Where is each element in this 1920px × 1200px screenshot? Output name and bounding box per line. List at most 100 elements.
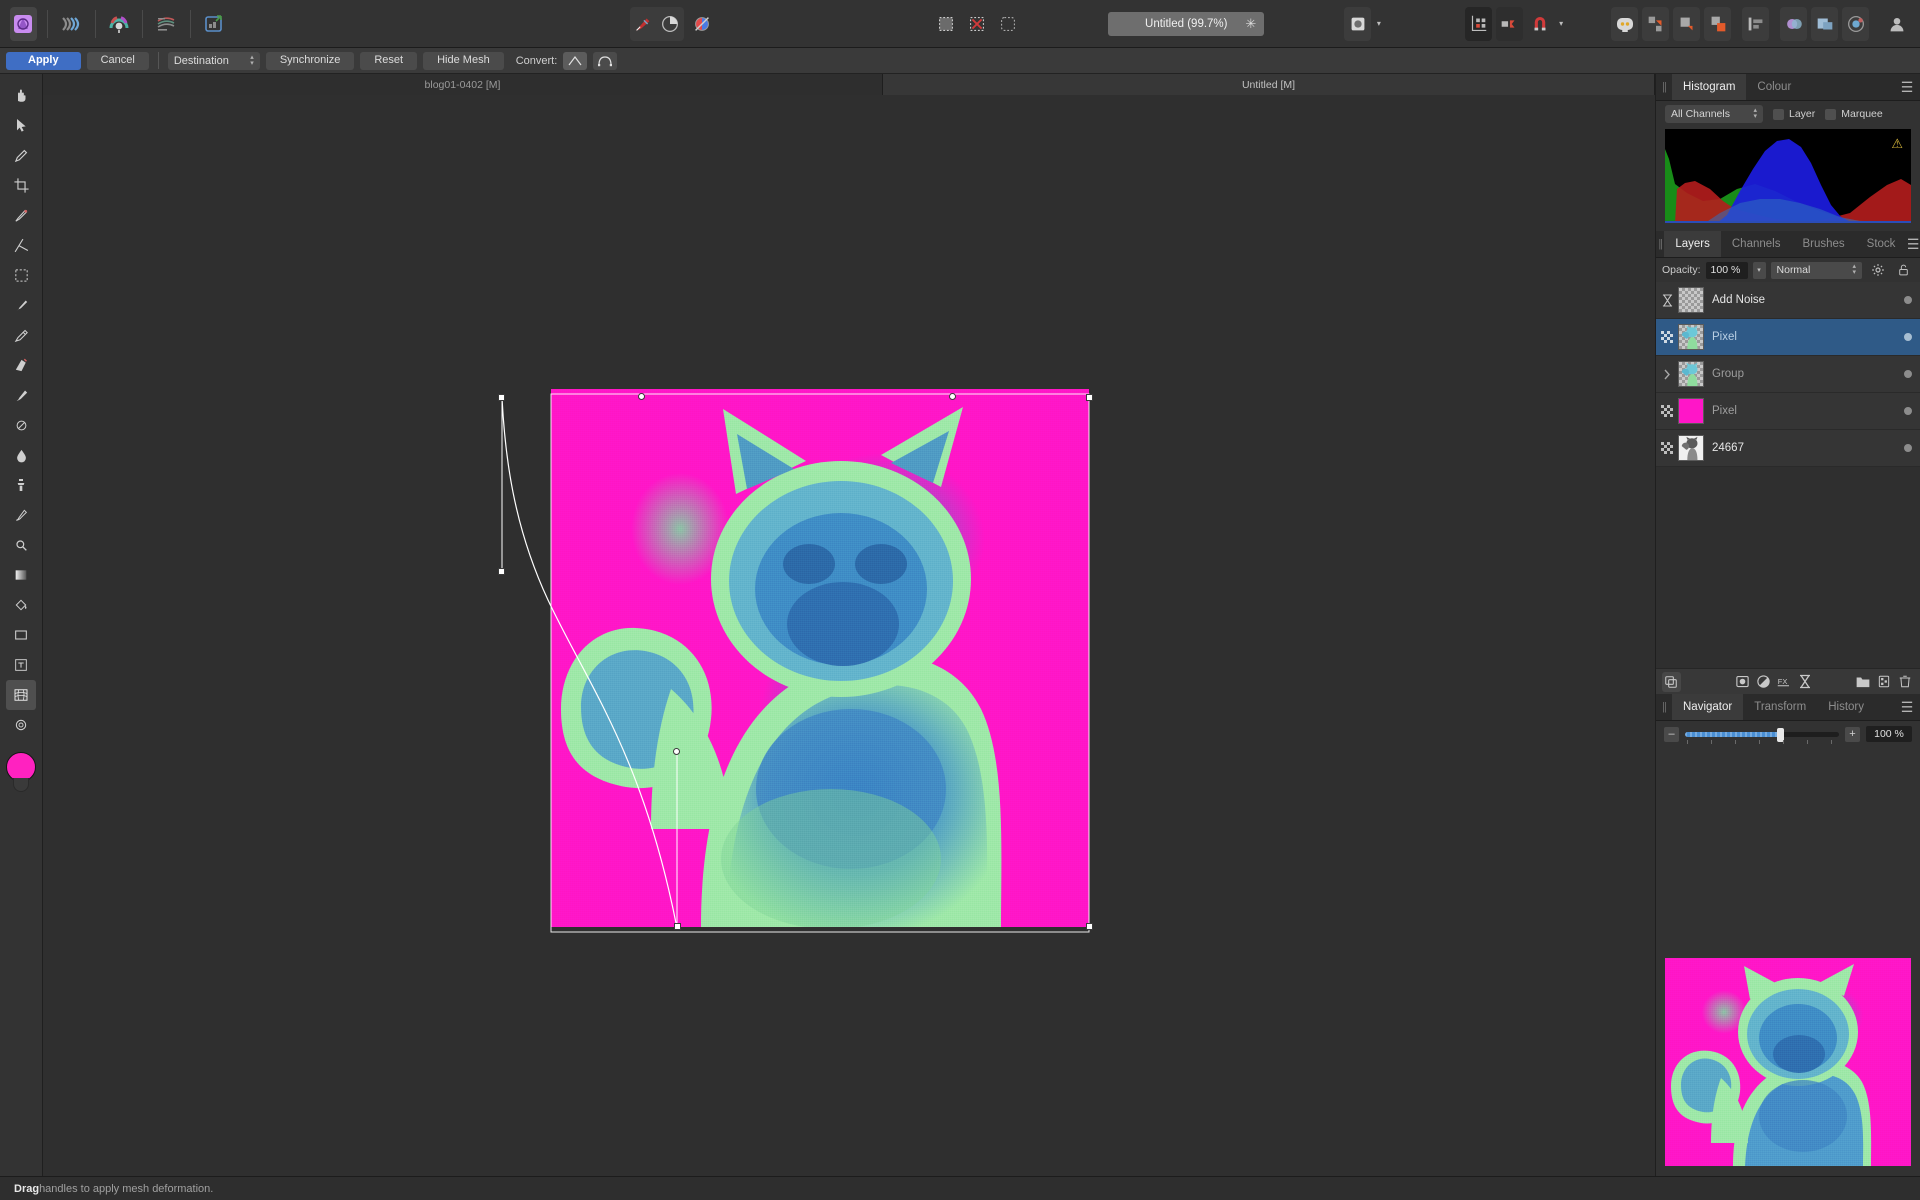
mesh-warp-tool[interactable] [6,680,36,710]
flood-fill-tool[interactable] [6,590,36,620]
inpainting-brush-tool[interactable] [6,530,36,560]
live-filter-icon[interactable]: FX [1774,672,1793,692]
mesh-handle-top-mid[interactable] [638,393,645,400]
blend-mode-select[interactable]: Normal ▴ ▾ [1770,261,1862,279]
tab-history[interactable]: History [1817,694,1875,720]
cat-photo-duotone[interactable] [551,389,1089,927]
channel-select[interactable]: All Channels ▴ ▾ [1665,105,1763,123]
erase-brush-tool[interactable] [6,350,36,380]
view-tool[interactable] [6,80,36,110]
rectangle-tool[interactable] [6,620,36,650]
chevron-right-icon[interactable] [1656,369,1678,380]
tab-channels[interactable]: Channels [1721,231,1792,257]
snapping-grid-icon[interactable] [1464,6,1492,41]
assistant-icon[interactable] [1611,6,1639,41]
preview-mode-icon[interactable] [1344,6,1372,41]
marquee-tool[interactable] [6,260,36,290]
layer-visibility-toggle[interactable] [1904,296,1912,304]
flood-select-tool[interactable] [6,230,36,260]
lock-icon[interactable] [1893,260,1914,280]
clipping-warning-icon[interactable]: ⚠ [1891,136,1903,152]
mesh-handle-tl[interactable] [498,394,505,401]
document-title-field[interactable]: Untitled (99.7%) ✳ [1108,11,1265,36]
histogram-panel-menu-icon[interactable]: ☰ [1894,74,1920,100]
zoom-slider[interactable] [1685,727,1839,744]
zoom-value-field[interactable]: 100 % [1866,726,1912,742]
tab-stock[interactable]: Stock [1856,231,1907,257]
pixel-selection-icon[interactable] [932,7,959,41]
tab-navigator[interactable]: Navigator [1672,694,1744,720]
preview-mode-chevron-down-icon[interactable]: ▾ [1373,7,1384,41]
colour-picker-tool[interactable] [6,140,36,170]
export-persona-icon[interactable] [201,7,228,41]
layer-checkbox[interactable]: Layer [1773,108,1815,120]
mesh-handle-tr[interactable] [1086,394,1093,401]
colour-wheel-icon[interactable] [657,7,684,41]
layer-visibility-toggle[interactable] [1904,370,1912,378]
delete-layer-icon[interactable] [1895,672,1914,692]
mesh-handle-tangent-left[interactable] [498,568,505,575]
tab-layers[interactable]: Layers [1664,231,1721,257]
blur-brush-tool[interactable] [6,440,36,470]
tab-histogram[interactable]: Histogram [1672,74,1747,100]
layer-effects-icon[interactable] [1811,6,1839,41]
layer-row-pixel-selected[interactable]: Pixel [1656,319,1920,356]
move-tool[interactable] [6,110,36,140]
clone-brush-tool[interactable] [6,470,36,500]
gear-icon[interactable] [1867,260,1888,280]
arrange-move-icon[interactable] [1642,6,1670,41]
layer-row-pixel-magenta[interactable]: Pixel [1656,393,1920,430]
account-icon[interactable] [1883,7,1910,41]
layer-stack-icon[interactable] [1662,671,1681,692]
layers-panel-menu-icon[interactable]: ☰ [1906,231,1920,257]
new-group-icon[interactable] [1854,672,1873,692]
reset-button[interactable]: Reset [360,51,418,70]
tone-mapping-persona-icon[interactable] [153,7,180,41]
magnet-snapping-icon[interactable] [1527,7,1554,41]
zoom-in-button[interactable]: + [1845,726,1860,742]
marquee-checkbox[interactable]: Marquee [1825,108,1883,120]
panel-grip-icon[interactable]: || [1656,74,1672,100]
layer-row-24667[interactable]: 24667 [1656,430,1920,467]
colour-swatches[interactable] [4,752,38,798]
develop-persona-icon[interactable] [105,7,132,41]
mesh-handle-bottom-mid[interactable] [674,923,681,930]
liquify-persona-icon[interactable] [58,7,85,41]
new-pixel-layer-icon[interactable] [1874,672,1893,692]
panel-grip-icon[interactable]: || [1656,694,1672,720]
brush-picker-icon[interactable] [630,7,657,41]
document-tab-untitled[interactable]: Untitled [M] [883,74,1655,95]
tab-brushes[interactable]: Brushes [1791,231,1855,257]
mesh-handle-br[interactable] [1086,923,1093,930]
zoom-out-button[interactable]: – [1664,726,1679,742]
arrange-back-icon[interactable] [1704,6,1732,41]
crop-tool[interactable] [6,170,36,200]
navigator-panel-menu-icon[interactable]: ☰ [1894,694,1920,720]
apply-button[interactable]: Apply [6,51,81,70]
layer-visibility-toggle[interactable] [1904,333,1912,341]
colour-adjust-icon[interactable] [1780,6,1808,41]
secondary-colour-swatch[interactable] [13,778,29,792]
layer-row-add-noise[interactable]: Add Noise [1656,282,1920,319]
synchronize-button[interactable]: Synchronize [265,51,355,70]
align-icon[interactable] [1742,6,1770,41]
hide-mesh-button[interactable]: Hide Mesh [423,51,504,70]
refine-selection-icon[interactable] [994,7,1021,41]
adjustment-icon[interactable] [1842,6,1870,41]
document-tab-blog01[interactable]: blog01-0402 [M] [43,74,883,95]
layer-visibility-toggle[interactable] [1904,407,1912,415]
canvas-viewport[interactable] [43,95,1655,1176]
dodge-brush-tool[interactable] [6,380,36,410]
patch-tool[interactable] [6,500,36,530]
smudge-brush-tool[interactable] [6,410,36,440]
sharp-node-icon[interactable] [563,51,588,70]
magnet-chevron-down-icon[interactable]: ▾ [1555,7,1566,41]
tab-colour[interactable]: Colour [1746,74,1802,100]
histogram-graph[interactable]: ⚠ [1665,129,1911,223]
perspective-tool[interactable] [6,710,36,740]
live-filter-layer-icon[interactable] [1795,672,1814,692]
navigator-preview[interactable] [1665,958,1911,1166]
mesh-handle-mid-left[interactable] [673,748,680,755]
opacity-stepper[interactable]: ▾ [1752,261,1766,279]
adjustment-layer-icon[interactable] [1754,672,1773,692]
